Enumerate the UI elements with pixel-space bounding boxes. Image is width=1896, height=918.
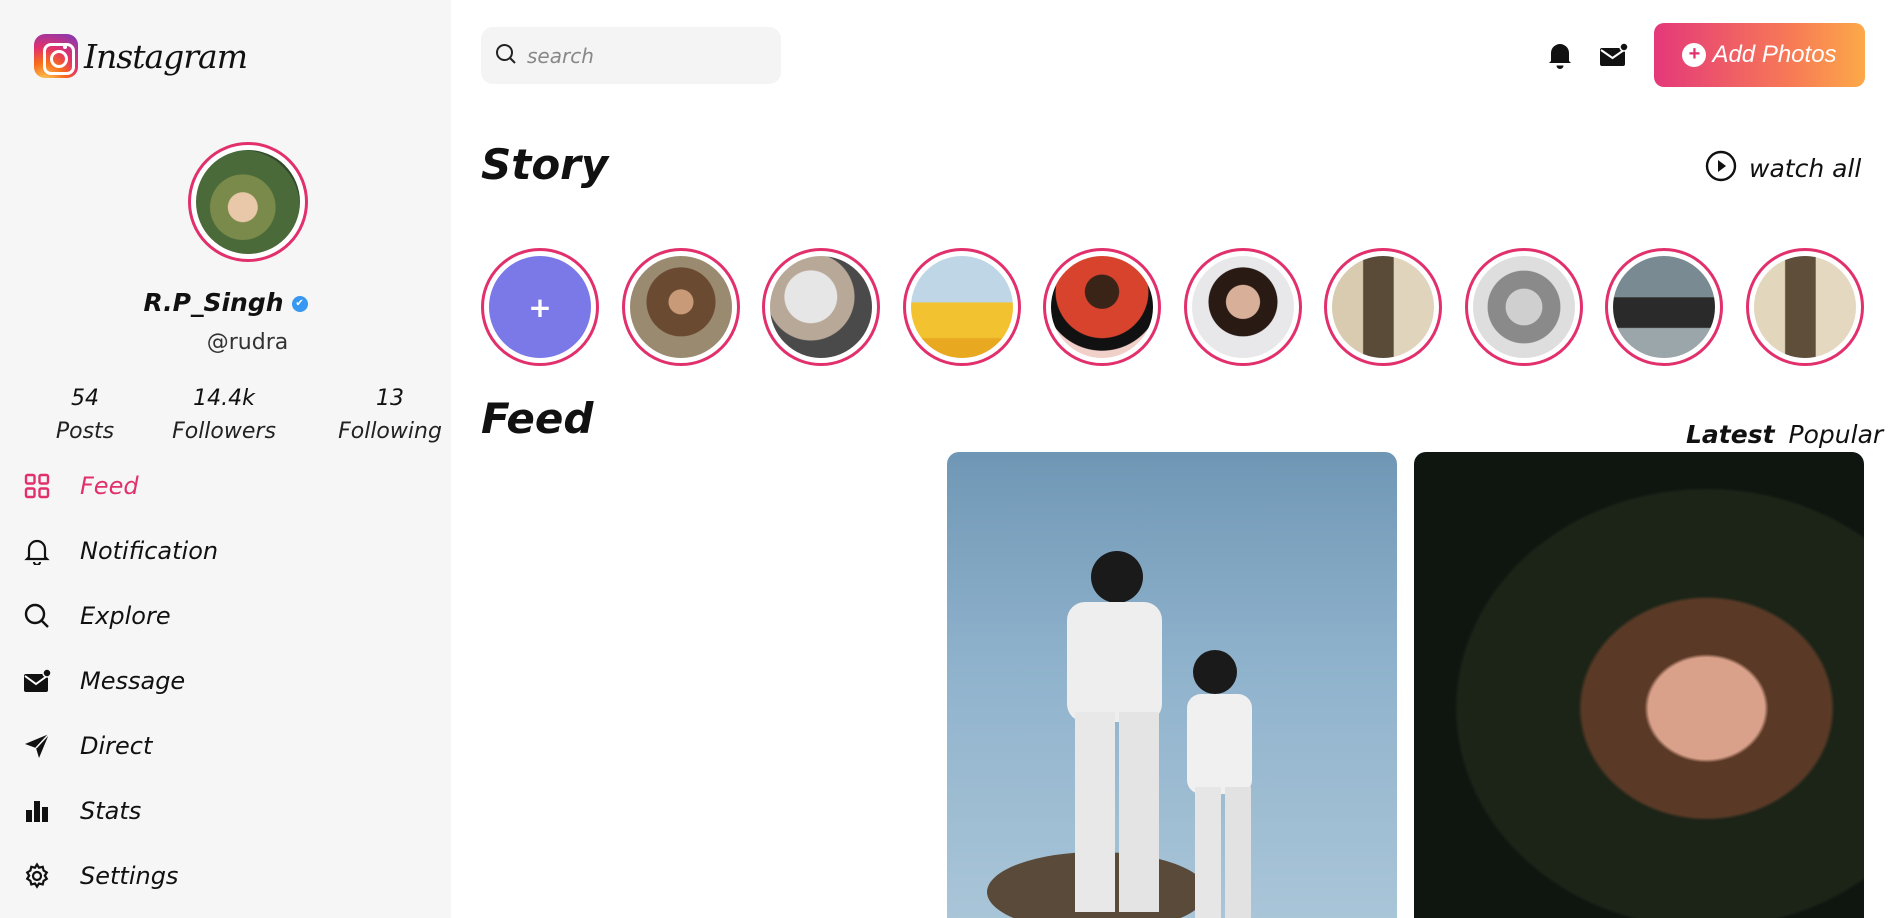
sidebar: Instagram R.P_Singh ✔ @rudra 54 Posts 14.… <box>0 0 451 918</box>
story-item[interactable] <box>1746 248 1864 366</box>
story-item[interactable] <box>1324 248 1442 366</box>
sidebar-item-label: Notification <box>80 537 219 565</box>
mail-icon <box>1600 42 1629 66</box>
story-item[interactable] <box>903 248 1021 366</box>
plus-circle-icon: + <box>1682 43 1707 67</box>
stat-following-value: 13 <box>376 386 404 411</box>
gear-icon <box>22 861 52 891</box>
verified-badge-icon: ✔ <box>291 296 308 312</box>
story-item[interactable] <box>1043 248 1161 366</box>
story-item-add[interactable]: + <box>481 248 599 366</box>
search-icon <box>22 601 52 631</box>
messages-button[interactable] <box>1599 40 1629 70</box>
feed-tabs: Latest Popular <box>1686 420 1883 449</box>
sidebar-item-direct[interactable]: Direct <box>22 726 402 766</box>
notification-bell-button[interactable] <box>1545 40 1575 70</box>
sidebar-item-explore[interactable]: Explore <box>22 596 402 636</box>
stat-following-label: Following <box>338 419 442 444</box>
profile-name-row: R.P_Singh ✔ <box>0 288 451 317</box>
profile-name: R.P_Singh <box>143 288 284 317</box>
story-item[interactable] <box>1465 248 1583 366</box>
sidebar-item-label: Feed <box>80 472 139 500</box>
sidebar-item-label: Message <box>80 667 186 695</box>
profile-avatar[interactable] <box>188 142 308 262</box>
sidebar-item-label: Direct <box>80 732 153 760</box>
add-photos-button[interactable]: + Add Photos <box>1654 23 1865 87</box>
stat-posts[interactable]: 54 Posts <box>40 386 130 444</box>
post-photo <box>987 551 1252 918</box>
story-item[interactable] <box>1605 248 1723 366</box>
bar-chart-icon <box>22 796 52 826</box>
stat-followers-value: 14.4k <box>193 386 255 411</box>
sidebar-item-label: Stats <box>80 797 142 825</box>
grid-icon <box>22 471 52 501</box>
stat-following[interactable]: 13 Following <box>332 386 448 444</box>
feed-post-image[interactable] <box>1414 452 1864 918</box>
sidebar-item-stats[interactable]: Stats <box>22 791 402 831</box>
watch-all-button[interactable]: watch all <box>1705 150 1861 186</box>
story-title: Story <box>481 140 609 189</box>
mail-icon <box>22 666 52 696</box>
search-icon <box>495 43 517 69</box>
bell-icon <box>1549 44 1571 69</box>
search-bar[interactable] <box>481 27 781 84</box>
stat-posts-label: Posts <box>55 419 115 444</box>
feed-title: Feed <box>481 394 594 443</box>
sidebar-item-settings[interactable]: Settings <box>22 856 402 896</box>
app-logo[interactable]: Instagram <box>34 34 248 78</box>
watch-all-label: watch all <box>1749 153 1862 183</box>
instagram-logo-icon <box>34 34 78 78</box>
sidebar-item-label: Explore <box>80 602 171 630</box>
add-story-icon: + <box>489 256 591 358</box>
add-photos-label: Add Photos <box>1712 41 1837 68</box>
sidebar-item-message[interactable]: Message <box>22 661 402 701</box>
app-logo-text: Instagram <box>84 36 248 76</box>
profile-handle: @rudra <box>206 330 289 355</box>
play-circle-icon <box>1705 150 1737 186</box>
bell-icon <box>22 536 52 566</box>
sidebar-item-feed[interactable]: Feed <box>22 466 402 506</box>
send-icon <box>22 731 52 761</box>
stat-followers-label: Followers <box>172 419 276 444</box>
story-item[interactable] <box>622 248 740 366</box>
story-item[interactable] <box>762 248 880 366</box>
feed-post-image[interactable] <box>947 452 1397 918</box>
tab-latest[interactable]: Latest <box>1686 420 1775 449</box>
story-item[interactable] <box>1184 248 1302 366</box>
sidebar-item-notification[interactable]: Notification <box>22 531 402 571</box>
stat-followers[interactable]: 14.4k Followers <box>164 386 284 444</box>
search-input[interactable] <box>527 43 747 68</box>
stat-posts-value: 54 <box>71 386 99 411</box>
tab-popular[interactable]: Popular <box>1789 420 1884 449</box>
sidebar-item-label: Settings <box>80 862 179 890</box>
